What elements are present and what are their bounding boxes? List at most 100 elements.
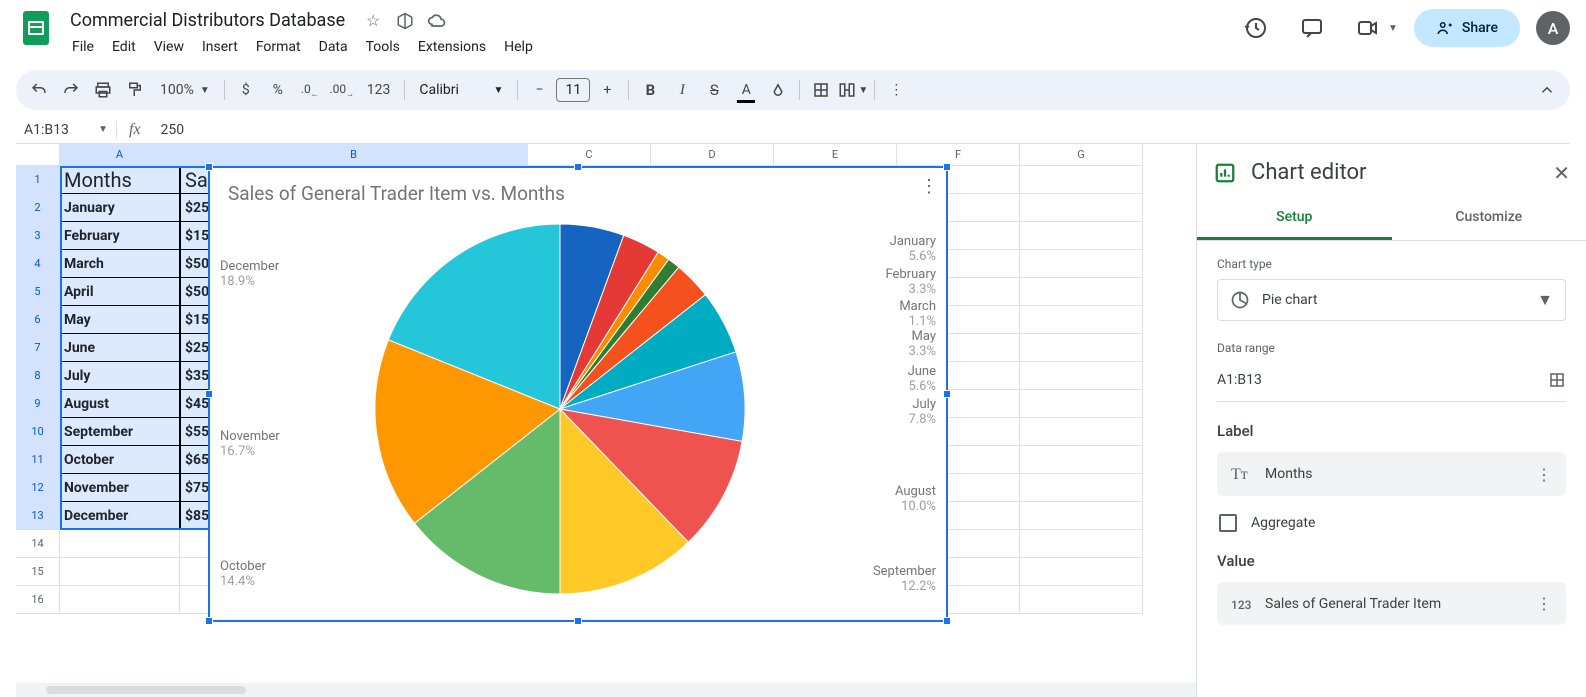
sheets-logo[interactable] (16, 8, 56, 48)
cell[interactable]: June (60, 334, 180, 362)
formula-input[interactable]: 250 (153, 122, 193, 138)
aggregate-checkbox-row[interactable]: Aggregate (1217, 510, 1566, 552)
tab-customize[interactable]: Customize (1392, 197, 1586, 240)
cell[interactable]: August (60, 390, 180, 418)
document-title[interactable]: Commercial Distributors Database (64, 8, 351, 33)
row-header[interactable]: 2 (16, 194, 60, 222)
cell[interactable]: November (60, 474, 180, 502)
cell[interactable] (1020, 530, 1143, 558)
font-size-increase[interactable]: + (592, 75, 622, 105)
tab-setup[interactable]: Setup (1197, 197, 1392, 240)
borders-button[interactable] (806, 75, 836, 105)
row-header[interactable]: 8 (16, 362, 60, 390)
fill-color-button[interactable] (763, 75, 793, 105)
cell[interactable] (1020, 250, 1143, 278)
print-button[interactable] (88, 75, 118, 105)
cell[interactable] (60, 530, 180, 558)
cell[interactable]: April (60, 278, 180, 306)
cell[interactable] (1020, 586, 1143, 614)
meet-caret-icon[interactable]: ▼ (1388, 23, 1398, 34)
cell[interactable]: May (60, 306, 180, 334)
col-header-f[interactable]: F (897, 144, 1020, 166)
menu-format[interactable]: Format (248, 35, 309, 59)
strikethrough-button[interactable]: S (699, 75, 729, 105)
menu-help[interactable]: Help (496, 35, 541, 59)
comments-icon[interactable] (1292, 8, 1332, 48)
menu-insert[interactable]: Insert (194, 35, 246, 59)
col-header-g[interactable]: G (1020, 144, 1143, 166)
chart-type-select[interactable]: Pie chart ▼ (1217, 279, 1566, 321)
name-box[interactable]: A1:B13 ▼ (16, 122, 116, 138)
cell[interactable]: December (60, 502, 180, 530)
decrease-decimal-button[interactable]: .0← (295, 75, 325, 105)
cell[interactable] (1020, 278, 1143, 306)
number-format-button[interactable]: 123 (359, 75, 399, 105)
merge-button[interactable]: ▼ (838, 75, 868, 105)
cell[interactable]: September (60, 418, 180, 446)
close-icon[interactable]: ✕ (1553, 161, 1570, 185)
row-header[interactable]: 9 (16, 390, 60, 418)
horizontal-scrollbar[interactable] (16, 683, 1196, 697)
menu-view[interactable]: View (146, 35, 192, 59)
menu-extensions[interactable]: Extensions (410, 35, 494, 59)
row-header[interactable]: 11 (16, 446, 60, 474)
select-range-icon[interactable] (1548, 371, 1566, 389)
row-header[interactable]: 4 (16, 250, 60, 278)
bold-button[interactable]: B (635, 75, 665, 105)
cell[interactable] (1020, 362, 1143, 390)
meet-icon[interactable] (1348, 8, 1388, 48)
col-header-b[interactable]: B (180, 144, 528, 166)
row-header[interactable]: 14 (16, 530, 60, 558)
col-header-d[interactable]: D (651, 144, 774, 166)
menu-data[interactable]: Data (311, 35, 356, 59)
col-header-e[interactable]: E (774, 144, 897, 166)
row-header[interactable]: 6 (16, 306, 60, 334)
increase-decimal-button[interactable]: .00→ (327, 75, 357, 105)
embedded-chart[interactable]: ⋮ Sales of General Trader Item vs. Month… (208, 166, 948, 622)
cell[interactable] (1020, 446, 1143, 474)
cell[interactable] (1020, 474, 1143, 502)
value-chip[interactable]: 123 Sales of General Trader Item ⋮ (1217, 582, 1566, 625)
zoom-select[interactable]: 100% ▼ (152, 75, 218, 105)
cell[interactable]: July (60, 362, 180, 390)
cell[interactable]: Months (60, 166, 180, 194)
cell[interactable] (1020, 502, 1143, 530)
row-header[interactable]: 1 (16, 166, 60, 194)
cell[interactable]: January (60, 194, 180, 222)
menu-tools[interactable]: Tools (358, 35, 408, 59)
cell[interactable]: March (60, 250, 180, 278)
percent-button[interactable]: % (263, 75, 293, 105)
row-header[interactable]: 3 (16, 222, 60, 250)
col-header-c[interactable]: C (528, 144, 651, 166)
font-select[interactable]: Calibri▼ (411, 82, 511, 98)
row-header[interactable]: 12 (16, 474, 60, 502)
chart-menu-icon[interactable]: ⋮ (920, 176, 938, 197)
cell[interactable]: October (60, 446, 180, 474)
cell[interactable] (1020, 334, 1143, 362)
cell[interactable] (1020, 166, 1143, 194)
row-header[interactable]: 5 (16, 278, 60, 306)
history-icon[interactable] (1236, 8, 1276, 48)
font-size-input[interactable]: 11 (556, 78, 590, 102)
text-color-button[interactable]: A (731, 75, 761, 105)
cell[interactable] (1020, 390, 1143, 418)
star-icon[interactable]: ☆ (363, 11, 383, 31)
label-chip[interactable]: Tᴛ Months ⋮ (1217, 452, 1566, 496)
col-header-a[interactable]: A (60, 144, 180, 166)
account-avatar[interactable]: A (1536, 11, 1570, 45)
select-all-corner[interactable] (16, 144, 60, 166)
cell[interactable] (60, 558, 180, 586)
move-icon[interactable] (395, 11, 415, 31)
share-button[interactable]: Share (1414, 9, 1520, 47)
cell[interactable]: February (60, 222, 180, 250)
undo-button[interactable] (24, 75, 54, 105)
chip-more-icon[interactable]: ⋮ (1536, 594, 1552, 613)
cell[interactable] (1020, 222, 1143, 250)
italic-button[interactable]: I (667, 75, 697, 105)
menu-edit[interactable]: Edit (104, 35, 144, 59)
cloud-status-icon[interactable] (427, 11, 447, 31)
menu-file[interactable]: File (64, 35, 102, 59)
currency-button[interactable]: $ (231, 75, 261, 105)
cell[interactable] (1020, 418, 1143, 446)
cell[interactable] (1020, 558, 1143, 586)
